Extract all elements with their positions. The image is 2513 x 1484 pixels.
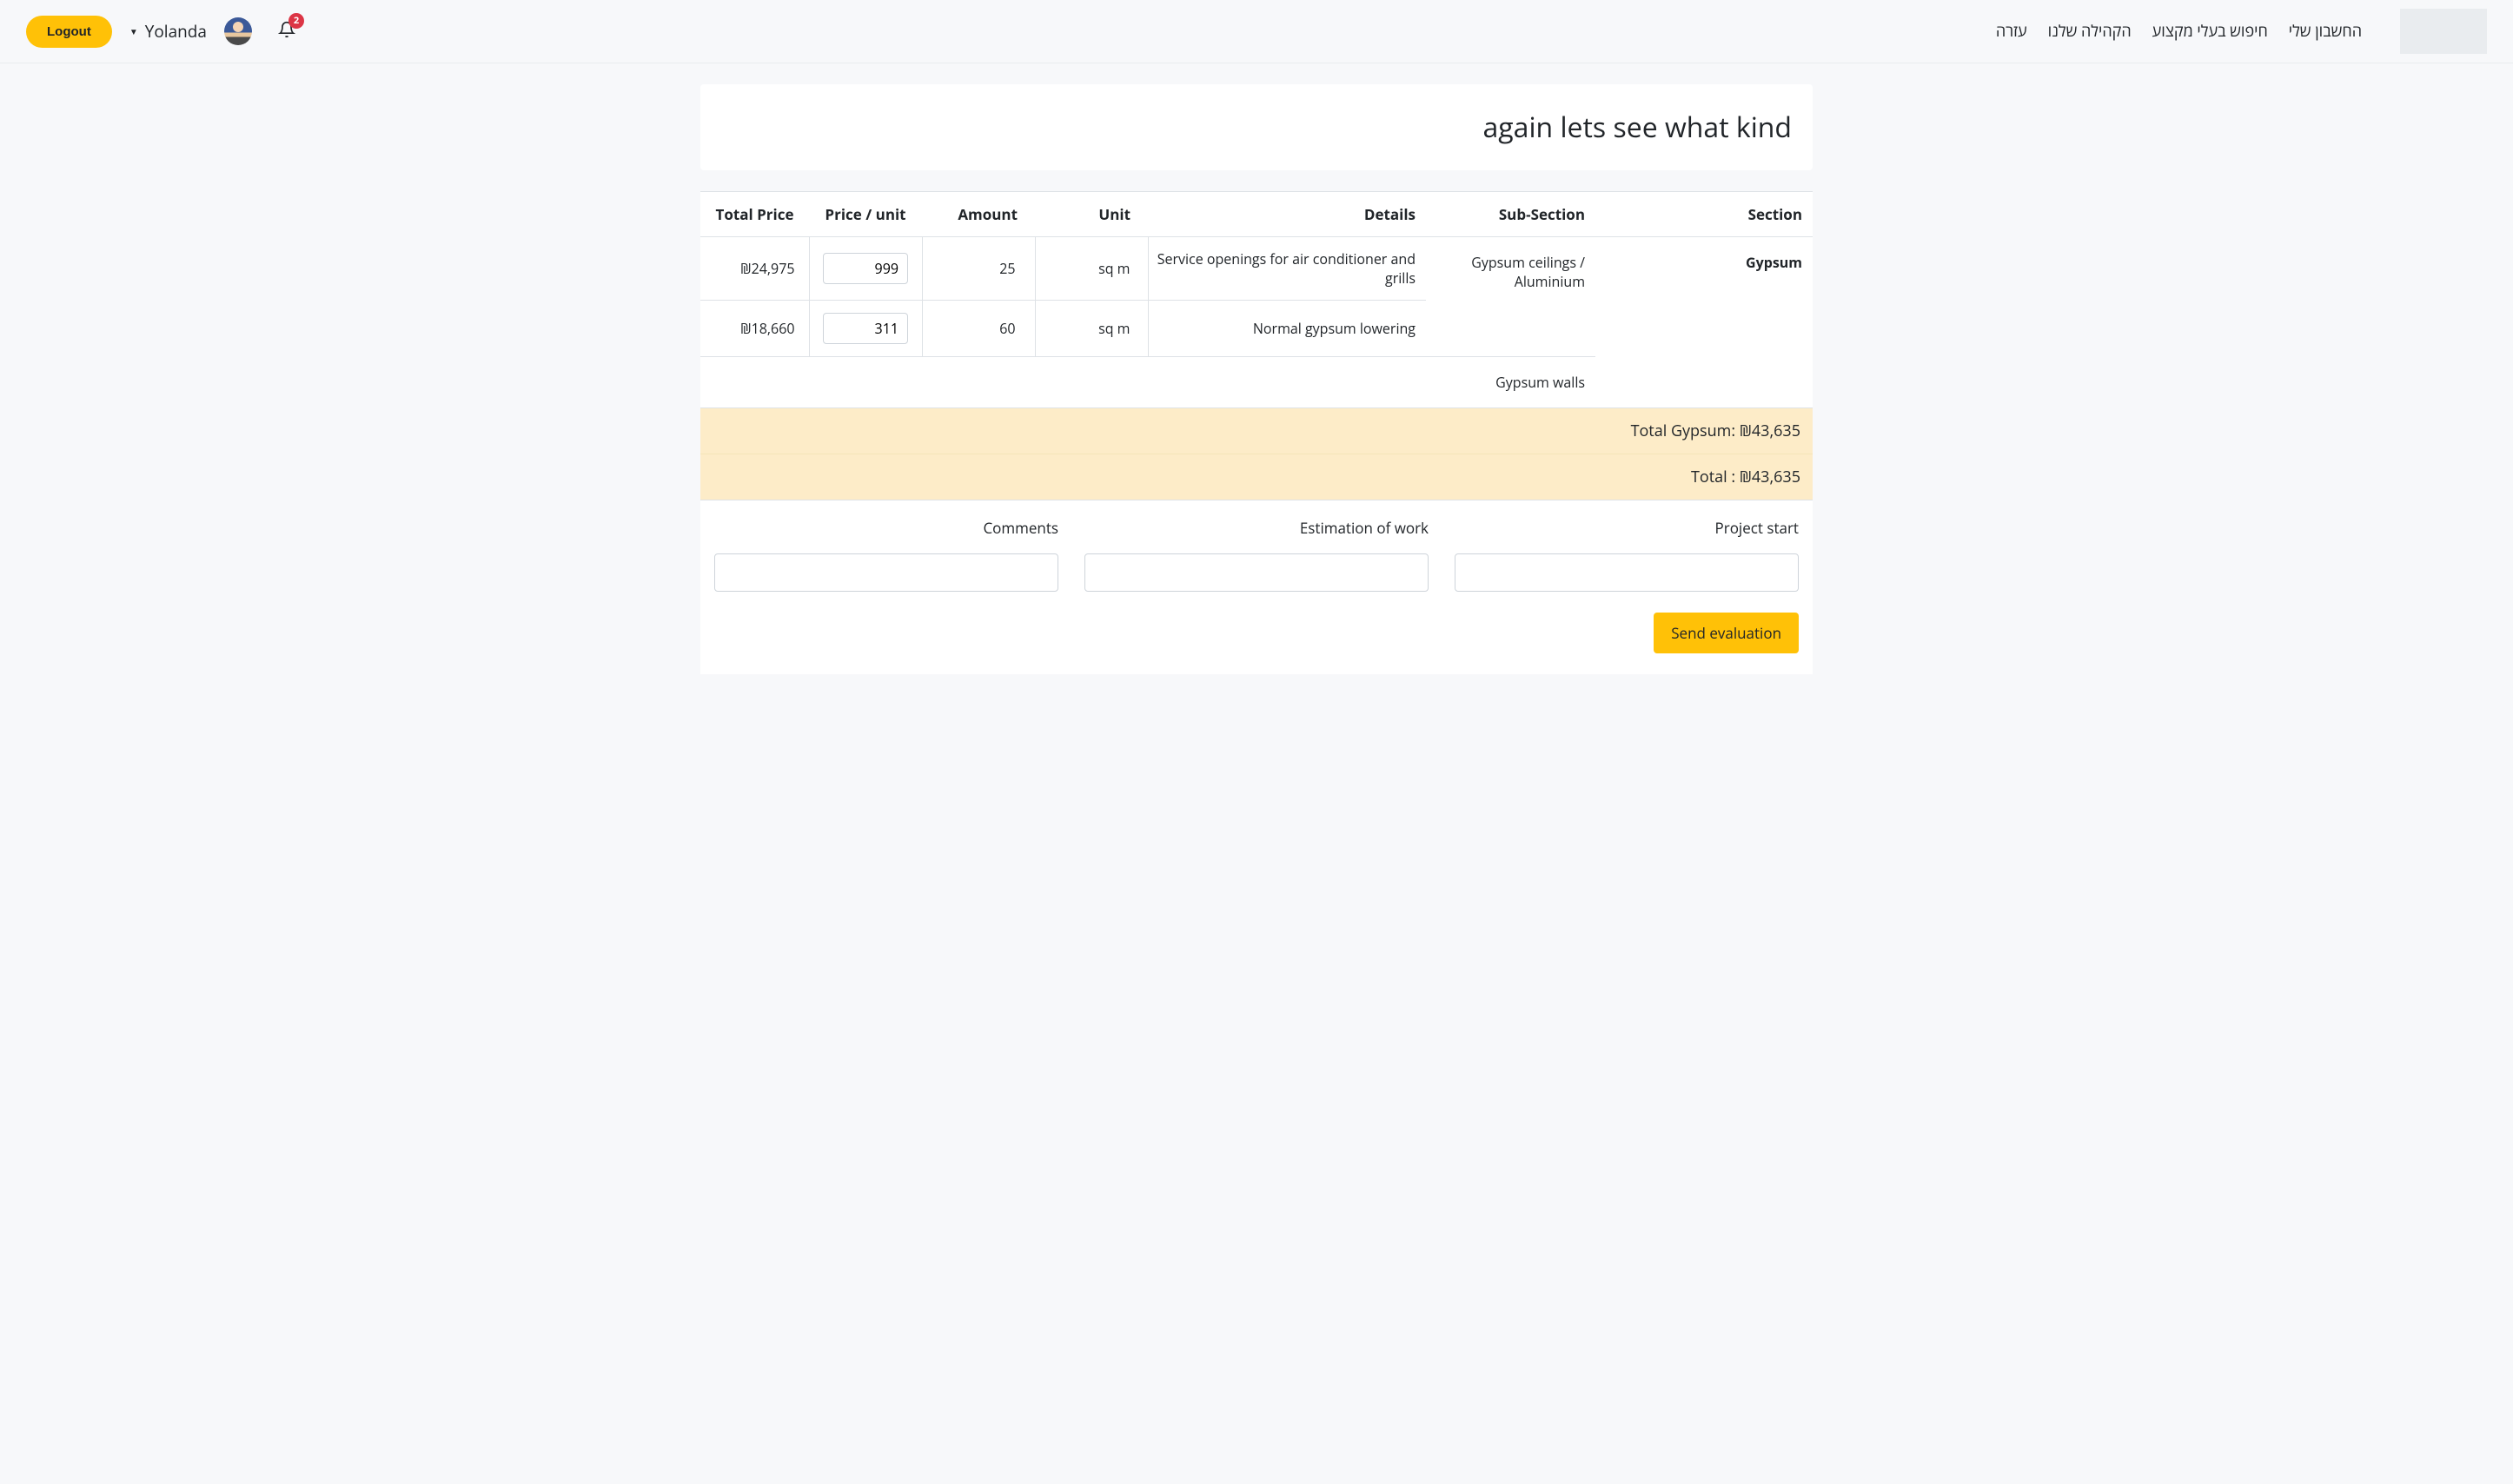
project-start-input[interactable] bbox=[1455, 553, 1799, 592]
cell-section: Gypsum bbox=[1595, 237, 1813, 408]
cell-amount: 60 bbox=[922, 301, 1035, 357]
cell-total-price: ₪18,660 bbox=[700, 301, 809, 357]
user-dropdown[interactable]: ▼ Yolanda bbox=[129, 20, 207, 43]
username-label: Yolanda bbox=[145, 20, 207, 43]
th-section: Section bbox=[1595, 192, 1813, 237]
cell-details: Service openings for air conditioner and… bbox=[1148, 237, 1426, 301]
subtotal-row: Total Gypsum: ₪43,635 bbox=[700, 408, 1813, 454]
grand-total-row: Total : ₪43,635 bbox=[700, 454, 1813, 500]
title-card: again lets see what kind bbox=[700, 84, 1813, 170]
cell-unit: sq m bbox=[1035, 237, 1148, 301]
main-container: again lets see what kind Total Price Pri… bbox=[700, 63, 1813, 695]
th-amount: Amount bbox=[922, 192, 1035, 237]
logout-button[interactable]: Logout bbox=[26, 16, 112, 48]
cell-price-unit bbox=[809, 237, 922, 301]
form-group-comments: Comments bbox=[714, 518, 1058, 592]
avatar[interactable] bbox=[224, 17, 252, 45]
submit-section: Send evaluation bbox=[700, 613, 1813, 674]
logo-placeholder bbox=[2400, 9, 2487, 54]
form-group-project-start: Project start bbox=[1455, 518, 1799, 592]
th-price-unit: Price / unit bbox=[809, 192, 922, 237]
project-start-label: Project start bbox=[1715, 518, 1799, 538]
comments-label: Comments bbox=[983, 518, 1058, 538]
th-unit: Unit bbox=[1035, 192, 1148, 237]
estimate-table-wrapper: Total Price Price / unit Amount Unit Det… bbox=[700, 191, 1813, 674]
form-group-estimation: Estimation of work bbox=[1084, 518, 1429, 592]
page-title: again lets see what kind bbox=[721, 109, 1792, 146]
caret-down-icon: ▼ bbox=[129, 25, 138, 37]
estimation-input[interactable] bbox=[1084, 553, 1429, 592]
notifications-button[interactable]: 2 bbox=[278, 20, 295, 43]
cell-subsection-2: Gypsum walls bbox=[1426, 357, 1595, 408]
nav-community[interactable]: הקהילה שלנו bbox=[2048, 21, 2132, 42]
th-subsection: Sub-Section bbox=[1426, 192, 1595, 237]
cell-amount: 25 bbox=[922, 237, 1035, 301]
subtotal-cell: Total Gypsum: ₪43,635 bbox=[700, 408, 1813, 454]
comments-input[interactable] bbox=[714, 553, 1058, 592]
empty-cell bbox=[700, 357, 1426, 408]
send-evaluation-button[interactable]: Send evaluation bbox=[1654, 613, 1799, 653]
th-details: Details bbox=[1148, 192, 1426, 237]
header: Logout ▼ Yolanda 2 עזרה הקהילה שלנו חיפו… bbox=[0, 0, 2513, 63]
cell-unit: sq m bbox=[1035, 301, 1148, 357]
nav-search-pros[interactable]: חיפוש בעלי מקצוע bbox=[2152, 21, 2268, 42]
price-input[interactable] bbox=[823, 253, 908, 284]
cell-subsection: Gypsum ceilings / Aluminium bbox=[1426, 237, 1595, 357]
table-row: ₪24,975 25 sq m Service openings for air… bbox=[700, 237, 1813, 301]
price-input[interactable] bbox=[823, 313, 908, 344]
grand-total-cell: Total : ₪43,635 bbox=[700, 454, 1813, 500]
estimate-table: Total Price Price / unit Amount Unit Det… bbox=[700, 191, 1813, 500]
header-right: עזרה הקהילה שלנו חיפוש בעלי מקצוע החשבון… bbox=[1996, 9, 2487, 54]
nav-my-account[interactable]: החשבון שלי bbox=[2289, 21, 2362, 42]
notification-badge: 2 bbox=[288, 13, 304, 29]
th-total-price: Total Price bbox=[700, 192, 809, 237]
nav-help[interactable]: עזרה bbox=[1996, 21, 2027, 42]
form-section: Comments Estimation of work Project star… bbox=[700, 500, 1813, 613]
estimation-label: Estimation of work bbox=[1300, 518, 1429, 538]
cell-details: Normal gypsum lowering bbox=[1148, 301, 1426, 357]
cell-total-price: ₪24,975 bbox=[700, 237, 809, 301]
cell-price-unit bbox=[809, 301, 922, 357]
header-left: Logout ▼ Yolanda 2 bbox=[26, 16, 295, 48]
